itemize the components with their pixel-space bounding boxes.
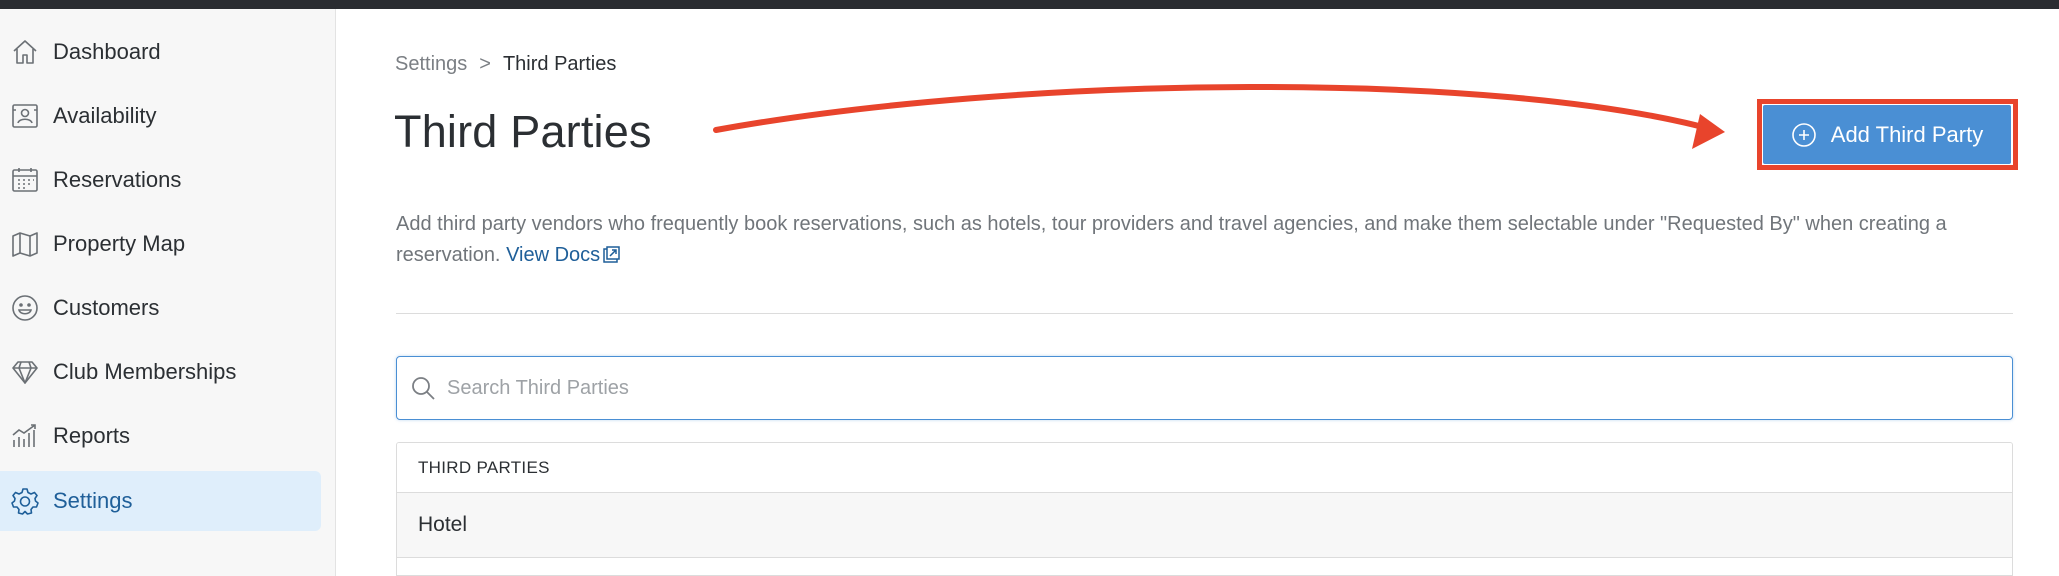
search-icon — [412, 377, 435, 400]
sidebar-item-label: Availability — [53, 103, 157, 128]
calendar-icon — [10, 165, 40, 195]
sidebar-item-label: Customers — [53, 295, 160, 320]
description-text: Add third party vendors who frequently b… — [396, 213, 1947, 266]
sidebar-item-settings[interactable]: Settings — [0, 471, 321, 531]
breadcrumb-current: Third Parties — [502, 53, 617, 75]
sidebar-item-customers[interactable]: Customers — [0, 278, 321, 338]
sidebar: Dashboard Availability Reservations Prop… — [0, 9, 336, 576]
search-input[interactable] — [445, 357, 1999, 419]
divider — [396, 313, 2013, 314]
chart-icon — [10, 421, 40, 451]
breadcrumb-parent-link[interactable]: Settings — [395, 53, 467, 75]
breadcrumb: Settings > Third Parties — [395, 53, 616, 76]
home-icon — [10, 37, 40, 67]
sidebar-item-label: Club Memberships — [53, 359, 237, 384]
page-title: Third Parties — [394, 106, 652, 157]
sidebar-item-label: Reservations — [53, 167, 182, 192]
table-header: THIRD PARTIES — [397, 443, 2012, 493]
add-third-party-label: Add Third Party — [1830, 121, 1984, 147]
sidebar-item-label: Dashboard — [53, 39, 161, 64]
search-box — [396, 356, 2013, 420]
sidebar-item-property-map[interactable]: Property Map — [0, 214, 321, 274]
sidebar-item-label: Settings — [53, 488, 133, 513]
diamond-icon — [10, 357, 40, 387]
sidebar-item-availability[interactable]: Availability — [0, 86, 321, 146]
map-icon — [10, 229, 40, 259]
sidebar-item-club-memberships[interactable]: Club Memberships — [0, 342, 321, 402]
annotation-arrow — [713, 84, 1725, 149]
availability-icon — [10, 101, 40, 131]
page-description: Add third party vendors who frequently b… — [396, 209, 2036, 271]
view-docs-link[interactable]: View Docs — [506, 244, 620, 266]
plus-circle-icon — [1791, 122, 1816, 147]
sidebar-item-label: Property Map — [53, 231, 186, 256]
view-docs-label: View Docs — [506, 244, 601, 266]
sidebar-item-label: Reports — [53, 423, 131, 448]
external-link-icon — [603, 246, 620, 263]
add-third-party-button[interactable]: Add Third Party — [1763, 105, 2011, 164]
gear-icon — [10, 486, 40, 516]
sidebar-item-reservations[interactable]: Reservations — [0, 150, 321, 210]
table-row[interactable]: Hotel — [397, 493, 2012, 558]
sidebar-item-reports[interactable]: Reports — [0, 406, 321, 466]
sidebar-item-dashboard[interactable]: Dashboard — [0, 22, 321, 82]
third-parties-table: THIRD PARTIES Hotel — [396, 442, 2013, 576]
breadcrumb-separator: > — [479, 53, 491, 75]
smiley-icon — [10, 293, 40, 323]
top-bar — [0, 0, 2059, 9]
